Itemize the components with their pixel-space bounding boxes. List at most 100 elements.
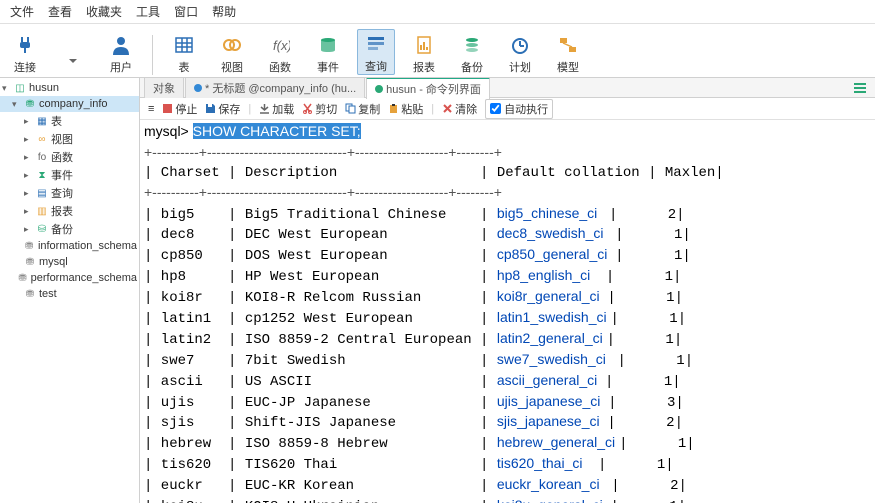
db-conn-icon: ◫ bbox=[13, 81, 27, 95]
toolbar2-label: 停止 bbox=[175, 101, 197, 117]
toolbar-table-icon[interactable]: 表 bbox=[165, 29, 203, 75]
toolbar-fx-icon[interactable]: f(x) 函数 bbox=[261, 29, 299, 75]
tree-item---[interactable]: ▸fo函数 bbox=[0, 148, 139, 166]
schedule-icon bbox=[508, 33, 532, 57]
query-icon: ▤ bbox=[35, 186, 49, 200]
database-icon: ⛃ bbox=[23, 97, 37, 111]
report-icon: ▥ bbox=[35, 204, 49, 218]
toolbar-label: 计划 bbox=[509, 59, 531, 75]
terminal-output[interactable]: mysql> SHOW CHARACTER SET; +----------+-… bbox=[140, 120, 875, 503]
toolbar2-cut-icon[interactable]: 剪切 bbox=[302, 101, 337, 117]
tree-item-company-info[interactable]: ▾⛃company_info bbox=[0, 96, 139, 112]
sidebar-tree: ▾◫husun▾⛃company_info▸▦表▸∞视图▸fo函数▸⧗事件▸▤查… bbox=[0, 78, 140, 503]
tab-1[interactable]: * 无标题 @company_info (hu... bbox=[185, 78, 365, 98]
cut-icon bbox=[302, 103, 313, 114]
tab-2[interactable]: husun - 命令列界面 bbox=[366, 78, 490, 99]
svg-text:f(x): f(x) bbox=[273, 38, 290, 53]
model-icon bbox=[556, 33, 580, 57]
toolbar-label: 报表 bbox=[413, 59, 435, 75]
toolbar2-copy-icon[interactable]: 复制 bbox=[345, 101, 380, 117]
tree-item---[interactable]: ▸⧗事件 bbox=[0, 166, 139, 184]
toolbar2-clear-icon[interactable]: 清除 bbox=[442, 101, 477, 117]
copy-icon bbox=[345, 103, 356, 114]
tab-dot-icon bbox=[194, 84, 202, 92]
toolbar-query-icon[interactable]: 查询 bbox=[357, 29, 395, 75]
query-icon bbox=[364, 32, 388, 56]
database-icon: ⛃ bbox=[17, 271, 29, 285]
tree-item---[interactable]: ▸∞视图 bbox=[0, 130, 139, 148]
fx-icon: f(x) bbox=[268, 33, 292, 57]
tree-item-label: 备份 bbox=[51, 221, 73, 237]
toolbar2-paste-icon[interactable]: 粘贴 bbox=[388, 101, 423, 117]
fx-icon: fo bbox=[35, 150, 49, 164]
tab-0[interactable]: 对象 bbox=[144, 78, 184, 98]
toolbar2-stop-icon[interactable]: 停止 bbox=[162, 101, 197, 117]
tree-caret-icon: ▸ bbox=[24, 206, 33, 217]
toolbar2-load-icon[interactable]: 加载 bbox=[259, 101, 294, 117]
hamburger-icon[interactable]: ≡ bbox=[148, 103, 154, 115]
tab-label: * 无标题 @company_info (hu... bbox=[205, 80, 356, 96]
toolbar2-label: 加载 bbox=[272, 101, 294, 117]
table-icon: ▦ bbox=[35, 114, 49, 128]
toolbar2-separator: | bbox=[248, 103, 251, 115]
toolbar2-label: 复制 bbox=[358, 101, 380, 117]
toolbar-report-icon[interactable]: 报表 bbox=[405, 29, 443, 75]
view-icon bbox=[220, 33, 244, 57]
tree-item-label: information_schema bbox=[38, 240, 137, 252]
toolbar-model-icon[interactable]: 模型 bbox=[549, 29, 587, 75]
toolbar-label: 备份 bbox=[461, 59, 483, 75]
auto-execute-input[interactable] bbox=[490, 103, 501, 114]
tree-item-mysql[interactable]: ⛃mysql bbox=[0, 254, 139, 270]
menu-item-5[interactable]: 帮助 bbox=[212, 3, 236, 20]
tree-item---[interactable]: ▸▥报表 bbox=[0, 202, 139, 220]
toolbar-label: 查询 bbox=[365, 58, 387, 74]
tab-overflow-icon[interactable] bbox=[853, 81, 867, 95]
tree-item-test[interactable]: ⛃test bbox=[0, 286, 139, 302]
main-toolbar: 连接 用户表视图 f(x) 函数 事件 查询 报表 备份 计划 模型 bbox=[0, 24, 875, 78]
toolbar-label: 视图 bbox=[221, 59, 243, 75]
tree-caret-icon: ▾ bbox=[12, 99, 21, 110]
menu-item-4[interactable]: 窗口 bbox=[174, 3, 198, 20]
toolbar2-save-icon[interactable]: 保存 bbox=[205, 101, 240, 117]
database-icon: ⛃ bbox=[23, 255, 37, 269]
menu-item-0[interactable]: 文件 bbox=[10, 3, 34, 20]
tree-item-information-schema[interactable]: ⛃information_schema bbox=[0, 238, 139, 254]
tree-item-label: company_info bbox=[39, 98, 108, 110]
toolbar-label: 连接 bbox=[14, 59, 36, 75]
tree-caret-icon: ▾ bbox=[2, 83, 11, 94]
menu-item-2[interactable]: 收藏夹 bbox=[86, 3, 122, 20]
toolbar-schedule-icon[interactable]: 计划 bbox=[501, 29, 539, 75]
tree-item-label: 查询 bbox=[51, 185, 73, 201]
toolbar-dropdown-icon[interactable] bbox=[54, 29, 92, 75]
tree-item---[interactable]: ▸▤查询 bbox=[0, 184, 139, 202]
tree-item-label: 报表 bbox=[51, 203, 73, 219]
event-icon bbox=[316, 33, 340, 57]
toolbar-label: 函数 bbox=[269, 59, 291, 75]
toolbar-user-icon[interactable]: 用户 bbox=[102, 29, 140, 75]
load-icon bbox=[259, 103, 270, 114]
tree-item-husun[interactable]: ▾◫husun bbox=[0, 80, 139, 96]
toolbar2-label: 粘贴 bbox=[401, 101, 423, 117]
toolbar-backup-icon[interactable]: 备份 bbox=[453, 29, 491, 75]
tree-item--[interactable]: ▸▦表 bbox=[0, 112, 139, 130]
toolbar-plug-icon[interactable]: 连接 bbox=[6, 29, 44, 75]
tree-item-label: 事件 bbox=[51, 167, 73, 183]
toolbar-view-icon[interactable]: 视图 bbox=[213, 29, 251, 75]
toolbar2-label: 剪切 bbox=[315, 101, 337, 117]
table-icon bbox=[172, 33, 196, 57]
tree-item-label: mysql bbox=[39, 256, 68, 268]
toolbar-label: 模型 bbox=[557, 59, 579, 75]
menu-item-3[interactable]: 工具 bbox=[136, 3, 160, 20]
tree-item-label: 视图 bbox=[51, 131, 73, 147]
menu-item-1[interactable]: 查看 bbox=[48, 3, 72, 20]
toolbar-event-icon[interactable]: 事件 bbox=[309, 29, 347, 75]
query-toolbar: ≡ 停止保存|加载剪切复制粘贴|清除自动执行 bbox=[140, 98, 875, 120]
tree-caret-icon: ▸ bbox=[24, 224, 33, 235]
tree-item-performance-schema[interactable]: ⛃performance_schema bbox=[0, 270, 139, 286]
toolbar-label: 事件 bbox=[317, 59, 339, 75]
tab-label: husun - 命令列界面 bbox=[386, 81, 481, 97]
auto-execute-checkbox[interactable]: 自动执行 bbox=[485, 99, 553, 119]
terminal-command: SHOW CHARACTER SET; bbox=[193, 123, 361, 139]
tree-item-label: 表 bbox=[51, 113, 62, 129]
tree-item---[interactable]: ▸⛁备份 bbox=[0, 220, 139, 238]
